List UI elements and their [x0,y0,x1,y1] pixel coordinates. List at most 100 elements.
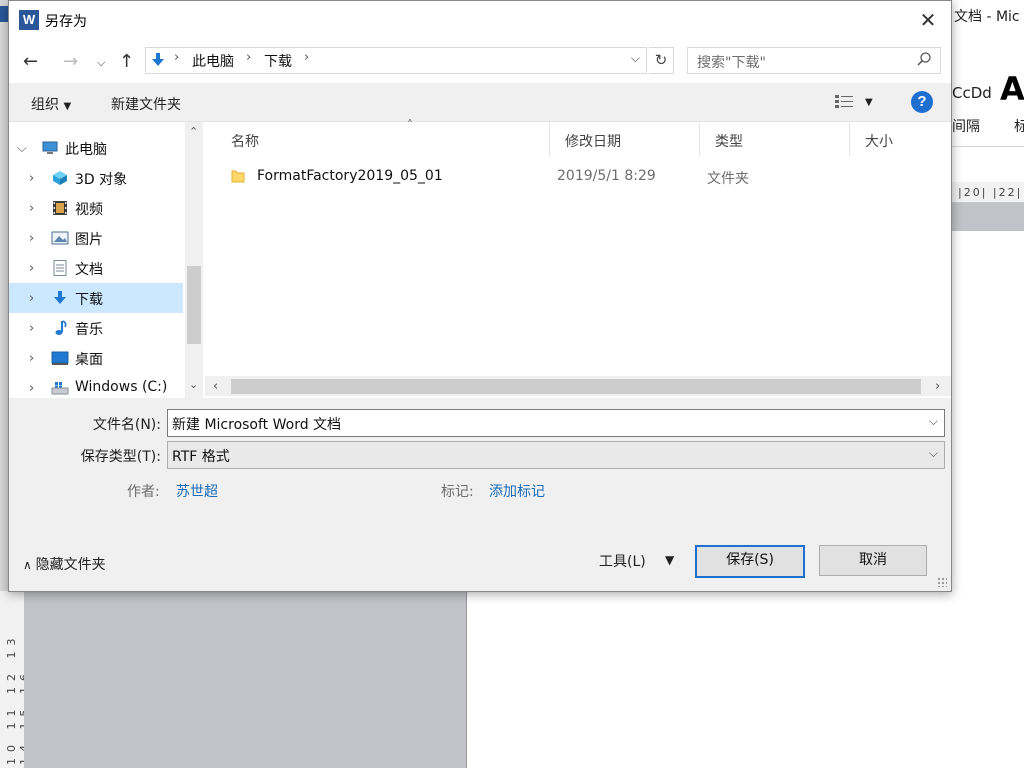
file-list: ˄ 名称 修改日期 类型 大小 FormatFactory2019_05_01 … [205,118,951,398]
organize-label: 组织 [31,97,59,113]
up-arrow-icon[interactable]: ↑ [119,51,134,72]
navigation-pane: ⌵ 此电脑 › 3D 对象 › 视频 › 图片 › 文档 › 下载 › 音乐 ›… [9,122,185,398]
drive-icon [51,382,69,395]
dialog-titlebar: W 另存为 ✕ [9,1,951,39]
search-box[interactable]: 搜索"下载" [687,47,941,74]
hide-folders-label: 隐藏文件夹 [35,557,106,573]
view-dropdown-icon[interactable]: ▼ [865,97,873,108]
forward-arrow-icon[interactable]: → [63,51,78,72]
tags-label: 标记: [441,484,474,500]
view-options-icon[interactable] [835,95,853,109]
collapsed-chevron-icon[interactable]: › [29,231,34,246]
downloads-icon [54,291,66,304]
tree-label: 此电脑 [65,142,107,158]
address-bar[interactable]: › 此电脑 › 下载 › ⌵ [145,47,647,74]
table-row[interactable]: FormatFactory2019_05_01 2019/5/1 8:29 文件… [205,122,951,202]
navigation-bar: ← → ⌵ ↑ › 此电脑 › 下载 › ⌵ ↻ 搜索"下载" [9,39,951,83]
chevron-up-icon: ∧ [23,558,36,572]
background-page-edge [466,591,467,768]
collapsed-chevron-icon[interactable]: › [29,261,34,276]
command-toolbar: 组织 ▼ 新建文件夹 ▼ ? [9,83,951,121]
tree-item-downloads[interactable]: › 下载 [9,283,183,313]
organize-dropdown-icon: ▼ [63,101,72,112]
tree-label: Windows (C:) [75,379,168,395]
word-app-icon: W [19,10,39,30]
breadcrumb-separator-icon: › [246,50,252,65]
tree-item-music[interactable]: › 音乐 [9,313,183,343]
background-canvas [24,591,466,768]
navigation-pane-scrollbar[interactable]: ⌃ ⌄ [185,122,203,398]
collapsed-chevron-icon[interactable]: › [29,171,34,186]
background-style-sample-large[interactable]: A [1000,70,1024,108]
tree-item-pictures[interactable]: › 图片 [9,223,183,253]
collapsed-chevron-icon[interactable]: › [29,321,34,336]
filename-label: 文件名(N): [92,417,161,433]
search-placeholder: 搜索"下载" [697,55,766,71]
tree-item-this-pc[interactable]: ⌵ 此电脑 [9,133,183,163]
file-list-horizontal-scrollbar[interactable]: ‹ › [205,376,951,396]
background-style-sample[interactable]: CcDd [952,84,992,102]
tools-button[interactable]: 工具(L) [599,551,646,571]
video-icon [53,201,67,215]
search-icon[interactable] [916,51,932,67]
tree-item-videos[interactable]: › 视频 [9,193,183,223]
scrollbar-thumb[interactable] [187,266,201,344]
back-arrow-icon[interactable]: ← [23,51,38,72]
save-as-dialog: W 另存为 ✕ ← → ⌵ ↑ › 此电脑 › 下载 › ⌵ ↻ 搜索"下载" [8,0,952,592]
background-ribbon-label: 标 [1014,119,1024,135]
author-label: 作者: [127,484,160,500]
background-ribbon-divider [952,146,1024,147]
chevron-down-icon[interactable]: ⌵ [929,446,938,461]
filetype-select[interactable]: RTF 格式 ⌵ [167,441,945,469]
tree-item-documents[interactable]: › 文档 [9,253,183,283]
collapsed-chevron-icon[interactable]: › [29,381,34,396]
author-field[interactable]: 苏世超 [176,481,218,501]
tree-label: 音乐 [75,322,103,338]
collapsed-chevron-icon[interactable]: › [29,351,34,366]
tree-label: 桌面 [75,352,103,368]
documents-icon [53,260,67,276]
file-type: 文件夹 [707,171,749,187]
collapsed-chevron-icon[interactable]: › [29,291,34,306]
breadcrumb-downloads[interactable]: 下载 [264,51,292,71]
cancel-button[interactable]: 取消 [819,545,927,576]
close-button[interactable]: ✕ [905,1,951,39]
tags-field[interactable]: 添加标记 [489,481,545,501]
organize-button[interactable]: 组织 ▼ [31,94,71,114]
pictures-icon [51,231,69,245]
refresh-icon[interactable]: ↻ [649,47,674,74]
scrollbar-thumb[interactable] [231,379,921,394]
expanded-chevron-icon[interactable]: ⌵ [17,141,27,156]
hide-folders-toggle[interactable]: ∧ 隐藏文件夹 [23,554,106,574]
file-name: FormatFactory2019_05_01 [257,168,443,184]
filename-input[interactable]: 新建 Microsoft Word 文档 ⌵ [167,409,945,437]
tree-label: 下载 [75,292,103,308]
breadcrumb-separator-icon: › [304,50,310,65]
new-folder-button[interactable]: 新建文件夹 [111,94,181,114]
scroll-down-icon[interactable]: ⌄ [189,378,198,391]
file-modified-date: 2019/5/1 8:29 [557,168,656,184]
tree-item-desktop[interactable]: › 桌面 [9,343,183,373]
background-ruler-ticks: |20| |22| [958,186,1023,199]
scroll-up-icon[interactable]: ⌃ [189,125,198,138]
tree-label: 图片 [75,232,103,248]
chevron-down-icon[interactable]: ⌵ [929,414,938,429]
3d-objects-icon [53,171,67,185]
breadcrumb-this-pc[interactable]: 此电脑 [192,51,234,71]
resize-grip-icon[interactable] [937,577,947,587]
filename-value: 新建 Microsoft Word 文档 [172,417,342,433]
background-window-edge [0,0,8,591]
folder-icon [231,170,245,183]
tools-dropdown-icon[interactable]: ▼ [665,553,674,567]
save-button[interactable]: 保存(S) [695,545,805,578]
address-dropdown-icon[interactable]: ⌵ [631,51,640,66]
help-icon[interactable]: ? [911,91,933,113]
computer-icon [42,141,58,154]
background-canvas [952,203,1024,231]
tree-item-3d-objects[interactable]: › 3D 对象 [9,163,183,193]
scroll-right-icon[interactable]: › [935,379,940,394]
tree-item-windows-drive[interactable]: › Windows (C:) [9,373,183,403]
recent-locations-chevron-icon[interactable]: ⌵ [97,56,105,70]
collapsed-chevron-icon[interactable]: › [29,201,34,216]
scroll-left-icon[interactable]: ‹ [213,379,218,394]
